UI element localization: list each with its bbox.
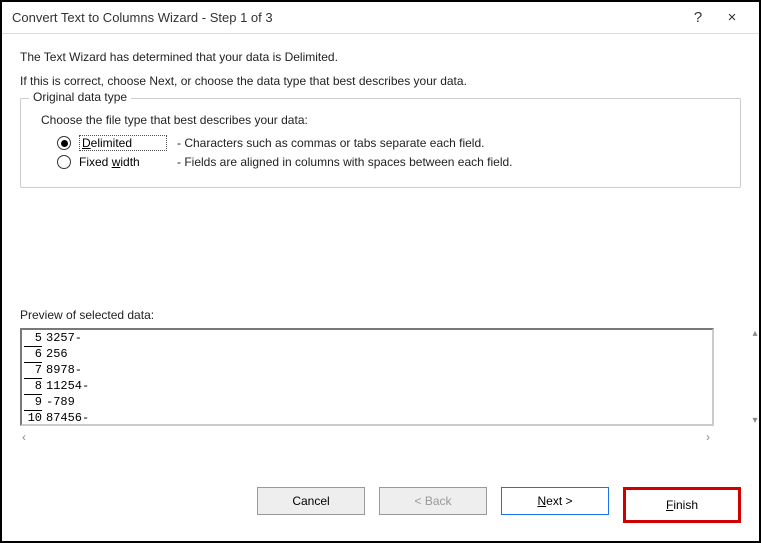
- radio-icon: [57, 155, 71, 169]
- intro-line-1: The Text Wizard has determined that your…: [20, 50, 741, 64]
- radio-fixed-label: Fixed width: [79, 155, 167, 169]
- radio-delimited-desc: - Characters such as commas or tabs sepa…: [177, 136, 484, 150]
- chevron-left-icon: ‹: [22, 430, 26, 444]
- close-icon[interactable]: ×: [715, 9, 749, 26]
- preview-row: 1087456-: [24, 411, 710, 426]
- scrollbar-horizontal[interactable]: ‹›: [20, 430, 712, 444]
- preview-row: 811254-: [24, 379, 710, 395]
- finish-button-highlight: Finish: [623, 487, 741, 523]
- radio-delimited-label: Delimited: [79, 135, 167, 151]
- choose-prompt: Choose the file type that best describes…: [41, 113, 726, 127]
- back-button[interactable]: < Back: [379, 487, 487, 515]
- window-title: Convert Text to Columns Wizard - Step 1 …: [12, 10, 681, 25]
- preview-row: 78978-: [24, 363, 710, 379]
- help-icon[interactable]: ?: [681, 9, 715, 26]
- radio-fixed-width[interactable]: Fixed width - Fields are aligned in colu…: [57, 155, 726, 169]
- chevron-right-icon: ›: [706, 430, 710, 444]
- group-legend: Original data type: [29, 90, 131, 104]
- preview-row: 9-789: [24, 395, 710, 411]
- button-bar: Cancel < Back Next > Finish: [239, 473, 759, 537]
- chevron-up-icon: ▴: [752, 328, 757, 339]
- finish-button[interactable]: Finish: [666, 498, 698, 512]
- scrollbar-vertical[interactable]: ▴▾: [747, 328, 761, 426]
- cancel-button[interactable]: Cancel: [257, 487, 365, 515]
- preview-row: 53257-: [24, 331, 710, 347]
- original-data-type-group: Original data type Choose the file type …: [20, 98, 741, 188]
- dialog-content: The Text Wizard has determined that your…: [2, 34, 759, 444]
- preview-row: 6256: [24, 347, 710, 363]
- next-button[interactable]: Next >: [501, 487, 609, 515]
- preview-label: Preview of selected data:: [20, 308, 741, 322]
- preview-area: 53257-625678978-811254-9-7891087456- ▴▾: [20, 328, 741, 426]
- radio-fixed-desc: - Fields are aligned in columns with spa…: [177, 155, 513, 169]
- intro-line-2: If this is correct, choose Next, or choo…: [20, 74, 741, 88]
- titlebar: Convert Text to Columns Wizard - Step 1 …: [2, 2, 759, 34]
- chevron-down-icon: ▾: [752, 415, 757, 426]
- radio-icon: [57, 136, 71, 150]
- radio-delimited[interactable]: Delimited - Characters such as commas or…: [57, 135, 726, 151]
- preview-box: 53257-625678978-811254-9-7891087456-: [20, 328, 714, 426]
